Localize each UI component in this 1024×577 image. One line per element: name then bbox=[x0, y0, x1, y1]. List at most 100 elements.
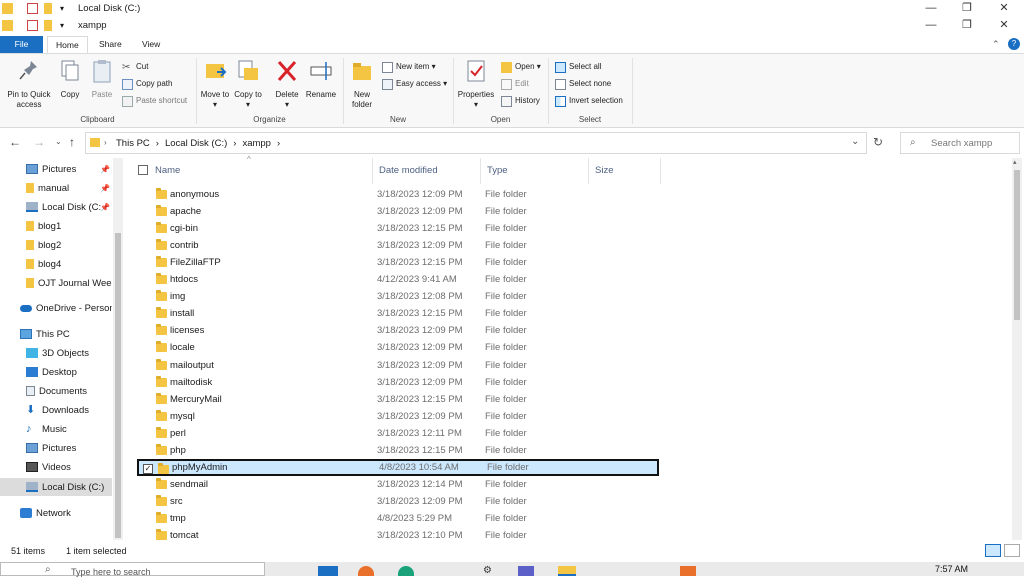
maximize-button[interactable]: ❐ bbox=[949, 0, 985, 17]
copy-path-button[interactable]: Copy path bbox=[122, 77, 172, 91]
sidebar-item-manual[interactable]: manual 📌 bbox=[0, 179, 112, 197]
column-header-type[interactable]: Type bbox=[481, 158, 589, 184]
minimize-ribbon-icon[interactable]: ⌃ bbox=[992, 39, 1000, 50]
delete-button[interactable]: Delete ▾ bbox=[272, 58, 302, 110]
file-list-scrollbar[interactable]: ▴ bbox=[1012, 158, 1022, 540]
history-button[interactable]: History bbox=[501, 94, 540, 108]
refresh-icon[interactable]: ↻ bbox=[873, 135, 883, 149]
teams-icon[interactable] bbox=[518, 566, 534, 576]
rename-button[interactable]: Rename bbox=[304, 58, 338, 100]
file-row[interactable]: sendmail 3/18/2023 12:14 PM File folder bbox=[137, 476, 659, 493]
tab-view[interactable]: View bbox=[134, 36, 168, 53]
file-row[interactable]: perl 3/18/2023 12:11 PM File folder bbox=[137, 425, 659, 442]
close-button[interactable]: ✕ bbox=[986, 17, 1022, 34]
breadcrumb-this-pc[interactable]: This PC bbox=[116, 138, 150, 149]
paste-button[interactable]: Paste bbox=[88, 58, 116, 100]
row-checkbox[interactable]: ✓ bbox=[143, 464, 153, 474]
sidebar-item-ojt-journal[interactable]: OJT Journal Wee bbox=[0, 274, 112, 292]
column-header-name[interactable]: Name bbox=[149, 158, 373, 184]
select-all-checkbox[interactable] bbox=[138, 165, 148, 175]
search-box[interactable]: ⌕ Search xampp bbox=[900, 132, 1020, 154]
file-explorer-taskbar-icon[interactable] bbox=[558, 566, 576, 576]
breadcrumb-local-disk[interactable]: Local Disk (C:) bbox=[165, 138, 227, 149]
sidebar-scroll-thumb[interactable] bbox=[115, 233, 121, 538]
xampp-taskbar-icon[interactable] bbox=[680, 566, 696, 576]
tab-file[interactable]: File bbox=[0, 36, 43, 53]
sidebar-item-pictures[interactable]: Pictures bbox=[0, 439, 112, 457]
properties-button[interactable]: Properties ▾ bbox=[456, 58, 496, 110]
file-row[interactable]: install 3/18/2023 12:15 PM File folder bbox=[137, 305, 659, 322]
select-all-button[interactable]: Select all bbox=[555, 60, 601, 74]
sidebar-item-network[interactable]: Network bbox=[0, 504, 112, 522]
forward-arrow-icon[interactable]: → bbox=[33, 135, 45, 149]
taskbar-search[interactable]: ⌕ Type here to search bbox=[0, 562, 265, 577]
sidebar-item-local-disk-quick[interactable]: Local Disk (C: 📌 bbox=[0, 198, 112, 216]
sidebar-item-documents[interactable]: Documents bbox=[0, 382, 112, 400]
cut-button[interactable]: ✂ Cut bbox=[122, 60, 148, 74]
column-header-date[interactable]: Date modified bbox=[373, 158, 481, 184]
large-icons-view-icon[interactable] bbox=[1004, 544, 1020, 557]
file-row[interactable]: php 3/18/2023 12:15 PM File folder bbox=[137, 442, 659, 459]
sidebar-item-onedrive[interactable]: OneDrive - Person bbox=[0, 299, 112, 317]
search-input[interactable]: Search xampp bbox=[931, 138, 992, 149]
paste-shortcut-button[interactable]: Paste shortcut bbox=[122, 94, 187, 108]
customize-qat-icon[interactable]: ▾ bbox=[60, 20, 71, 31]
sidebar-item-blog2[interactable]: blog2 bbox=[0, 236, 112, 254]
customize-qat-icon[interactable]: ▾ bbox=[60, 3, 71, 14]
firefox-icon[interactable] bbox=[358, 566, 374, 576]
sidebar-item-downloads[interactable]: ⬇ Downloads bbox=[0, 401, 112, 419]
select-none-button[interactable]: Select none bbox=[555, 77, 611, 91]
recent-locations-icon[interactable]: ⌄ bbox=[55, 137, 62, 146]
up-arrow-icon[interactable]: ↑ bbox=[69, 135, 75, 149]
file-row[interactable]: htdocs 4/12/2023 9:41 AM File folder bbox=[137, 271, 659, 288]
tab-home[interactable]: Home bbox=[47, 36, 88, 53]
file-row[interactable]: licenses 3/18/2023 12:09 PM File folder bbox=[137, 322, 659, 339]
edit-button[interactable]: Edit bbox=[501, 77, 529, 91]
file-row[interactable]: mailtodisk 3/18/2023 12:09 PM File folder bbox=[137, 374, 659, 391]
file-row[interactable]: apache 3/18/2023 12:09 PM File folder bbox=[137, 203, 659, 220]
file-row[interactable]: locale 3/18/2023 12:09 PM File folder bbox=[137, 339, 659, 356]
file-row[interactable]: tmp 4/8/2023 5:29 PM File folder bbox=[137, 510, 659, 527]
new-item-button[interactable]: New item ▾ bbox=[382, 60, 436, 74]
close-button[interactable]: ✕ bbox=[986, 0, 1022, 17]
copy-button[interactable]: Copy bbox=[56, 58, 84, 100]
sidebar-scrollbar[interactable] bbox=[113, 158, 123, 540]
file-row[interactable]: MercuryMail 3/18/2023 12:15 PM File folder bbox=[137, 391, 659, 408]
sidebar-item-videos[interactable]: Videos bbox=[0, 458, 112, 476]
settings-gear-icon[interactable]: ⚙ bbox=[483, 565, 492, 576]
file-row[interactable]: mysql 3/18/2023 12:09 PM File folder bbox=[137, 408, 659, 425]
file-row[interactable]: ✓ phpMyAdmin 4/8/2023 10:54 AM File folder bbox=[137, 459, 659, 476]
sidebar-item-music[interactable]: ♪ Music bbox=[0, 420, 112, 438]
new-folder-icon[interactable] bbox=[44, 3, 52, 14]
file-row[interactable]: src 3/18/2023 12:09 PM File folder bbox=[137, 493, 659, 510]
sidebar-item-pictures-quick[interactable]: Pictures 📌 bbox=[0, 160, 112, 178]
file-row[interactable]: cgi-bin 3/18/2023 12:15 PM File folder bbox=[137, 220, 659, 237]
tab-share[interactable]: Share bbox=[91, 36, 130, 53]
copy-to-button[interactable]: Copy to ▾ bbox=[233, 58, 263, 110]
file-row[interactable]: anonymous 3/18/2023 12:09 PM File folder bbox=[137, 186, 659, 203]
file-row[interactable]: mailoutput 3/18/2023 12:09 PM File folder bbox=[137, 357, 659, 374]
sidebar-item-this-pc[interactable]: This PC bbox=[0, 325, 112, 343]
help-icon[interactable]: ? bbox=[1008, 38, 1020, 50]
maximize-button[interactable]: ❐ bbox=[949, 17, 985, 34]
mail-app-icon[interactable] bbox=[318, 566, 338, 576]
minimize-button[interactable]: — bbox=[913, 17, 949, 34]
new-folder-icon[interactable] bbox=[44, 20, 52, 31]
open-button[interactable]: Open ▾ bbox=[501, 60, 541, 74]
minimize-button[interactable]: — bbox=[913, 0, 949, 17]
new-folder-button[interactable]: New folder bbox=[347, 58, 377, 110]
easy-access-button[interactable]: Easy access ▾ bbox=[382, 77, 447, 91]
details-view-icon[interactable] bbox=[985, 544, 1001, 557]
sidebar-item-local-disk[interactable]: Local Disk (C:) bbox=[0, 478, 112, 496]
file-row[interactable]: contrib 3/18/2023 12:09 PM File folder bbox=[137, 237, 659, 254]
file-row[interactable]: FileZillaFTP 3/18/2023 12:15 PM File folde… bbox=[137, 254, 659, 271]
file-list-scroll-thumb[interactable] bbox=[1014, 170, 1020, 320]
properties-icon[interactable] bbox=[27, 20, 38, 31]
edge-icon[interactable] bbox=[398, 566, 414, 576]
chevron-down-icon[interactable]: ⌄ bbox=[851, 136, 859, 147]
sidebar-item-blog4[interactable]: blog4 bbox=[0, 255, 112, 273]
sidebar-item-blog1[interactable]: blog1 bbox=[0, 217, 112, 235]
file-row[interactable]: img 3/18/2023 12:08 PM File folder bbox=[137, 288, 659, 305]
sidebar-item-3d-objects[interactable]: 3D Objects bbox=[0, 344, 112, 362]
properties-icon[interactable] bbox=[27, 3, 38, 14]
